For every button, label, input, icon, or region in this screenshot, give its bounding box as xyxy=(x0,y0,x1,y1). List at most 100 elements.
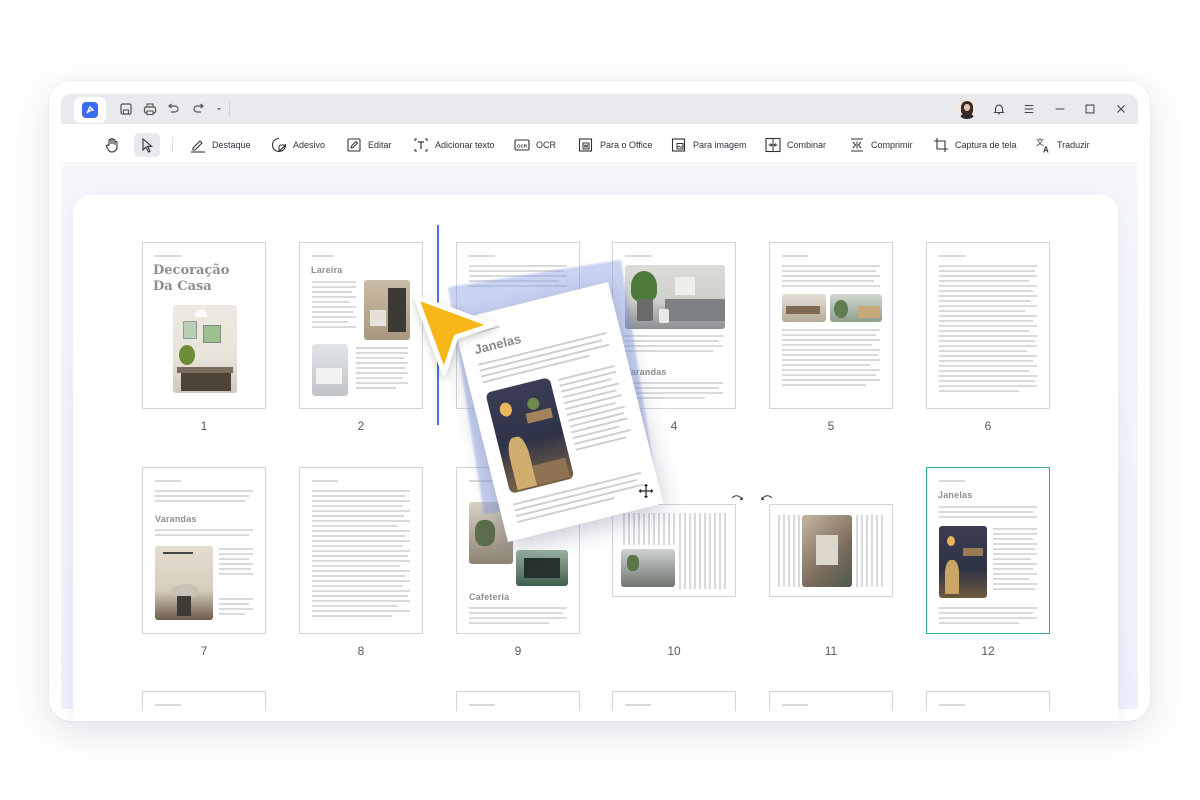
add-text-label: Adicionar texto xyxy=(435,140,495,150)
to-office-label: Para o Office xyxy=(600,140,653,150)
app-logo-icon xyxy=(82,102,98,118)
move-cursor-icon xyxy=(637,482,655,500)
page-thumbnail-10[interactable] xyxy=(612,504,736,597)
page-number-11: 11 xyxy=(824,644,838,658)
minimize-icon[interactable] xyxy=(1052,101,1068,117)
cursor-arrow-icon xyxy=(413,294,495,376)
page-thumbnail-17[interactable] xyxy=(769,691,893,711)
highlight-icon xyxy=(191,140,205,153)
ocr-button[interactable]: OCR OCR xyxy=(513,134,556,156)
page-thumbnail-13[interactable] xyxy=(142,691,266,711)
translate-icon: 文A xyxy=(1036,137,1049,155)
page-thumbnail-18[interactable] xyxy=(926,691,1050,711)
hand-tool-button[interactable] xyxy=(99,133,125,157)
page-number-5: 5 xyxy=(827,419,835,433)
sticker-label: Adesivo xyxy=(293,140,326,150)
photo xyxy=(782,294,826,322)
sticker-button[interactable]: Adesivo xyxy=(270,134,325,156)
to-image-label: Para imagem xyxy=(693,140,747,150)
photo xyxy=(516,550,568,586)
screenshot-icon xyxy=(934,138,948,152)
to-office-button[interactable]: Para o Office xyxy=(577,134,652,156)
combine-icon xyxy=(765,137,781,153)
translate-button[interactable]: 文A Traduzir xyxy=(1034,134,1090,156)
dropdown-caret-icon[interactable] xyxy=(211,101,227,117)
close-icon[interactable] xyxy=(1113,101,1129,117)
photo xyxy=(364,280,410,340)
page-number-6: 6 xyxy=(984,419,992,433)
screenshot-button[interactable]: Captura de tela xyxy=(932,134,1017,156)
stage: Destaque Adesivo Editar Adicionar texto … xyxy=(0,0,1200,800)
titlebar-divider xyxy=(229,102,230,116)
highlight-button[interactable]: Destaque xyxy=(189,134,251,156)
page-number-7: 7 xyxy=(200,644,208,658)
menu-icon[interactable] xyxy=(1021,101,1037,117)
page-heading: Cafetería xyxy=(469,592,510,602)
combine-button[interactable]: Combinar xyxy=(764,134,826,156)
ocr-label: OCR xyxy=(536,140,556,150)
hand-icon xyxy=(105,137,118,153)
sticker-icon xyxy=(271,137,287,153)
photo xyxy=(939,526,987,598)
to-image-button[interactable]: Para imagem xyxy=(670,134,747,156)
page-heading: Lareira xyxy=(311,265,343,275)
cover-photo xyxy=(173,305,237,393)
page-number-9: 9 xyxy=(514,644,522,658)
page-thumbnail-16[interactable] xyxy=(612,691,736,711)
edit-button[interactable]: Editar xyxy=(345,134,392,156)
page-heading: Janelas xyxy=(938,490,973,500)
page-number-1: 1 xyxy=(200,419,208,433)
translate-label: Traduzir xyxy=(1057,140,1090,150)
select-tool-button[interactable] xyxy=(134,133,160,157)
page-number-2: 2 xyxy=(357,419,365,433)
cover-title: Decoração Da Casa xyxy=(153,263,230,294)
to-image-icon xyxy=(671,138,686,152)
maximize-icon[interactable] xyxy=(1082,101,1098,117)
print-icon[interactable] xyxy=(142,101,158,117)
page-thumbnail-8[interactable] xyxy=(299,467,423,634)
pointer-icon xyxy=(142,137,153,153)
compress-button[interactable]: Comprimir xyxy=(848,134,913,156)
ocr-icon: OCR xyxy=(514,139,530,151)
screenshot-label: Captura de tela xyxy=(955,140,1017,150)
photo xyxy=(155,546,213,620)
page-number-10: 10 xyxy=(667,644,681,658)
photo xyxy=(621,549,675,587)
ocr-badge-text: OCR xyxy=(517,143,528,148)
page-thumbnail-6[interactable] xyxy=(926,242,1050,409)
page-thumbnail-2[interactable]: Lareira xyxy=(299,242,423,409)
page-thumbnail-15[interactable] xyxy=(456,691,580,711)
add-text-button[interactable]: Adicionar texto xyxy=(412,134,495,156)
rotate-right-icon[interactable] xyxy=(730,493,744,507)
edit-icon xyxy=(347,138,361,152)
pdf-app-logo[interactable] xyxy=(74,97,106,123)
photo xyxy=(312,344,348,396)
photo xyxy=(802,515,852,587)
toolbar: Destaque Adesivo Editar Adicionar texto … xyxy=(61,124,1138,164)
highlight-label: Destaque xyxy=(212,140,251,150)
page-heading: Varandas xyxy=(155,514,197,524)
page-thumbnail-11[interactable] xyxy=(769,504,893,597)
page-number-8: 8 xyxy=(357,644,365,658)
compress-label: Comprimir xyxy=(871,140,913,150)
toolbar-divider xyxy=(172,137,173,153)
rotate-left-icon[interactable] xyxy=(760,493,774,507)
undo-icon[interactable] xyxy=(165,101,181,117)
photo xyxy=(485,377,575,494)
save-icon[interactable] xyxy=(118,101,134,117)
add-text-icon xyxy=(414,138,428,152)
compress-icon xyxy=(851,138,863,152)
bell-icon[interactable] xyxy=(991,101,1007,117)
avatar[interactable] xyxy=(957,99,977,119)
to-office-icon xyxy=(578,138,593,152)
combine-label: Combinar xyxy=(787,140,827,150)
svg-text:A: A xyxy=(1043,146,1049,155)
redo-icon[interactable] xyxy=(191,101,207,117)
title-bar xyxy=(61,94,1138,124)
page-thumbnail-1[interactable]: Decoração Da Casa xyxy=(142,242,266,409)
edit-label: Editar xyxy=(368,140,392,150)
page-thumbnail-7[interactable]: Varandas xyxy=(142,467,266,634)
page-thumbnail-5[interactable] xyxy=(769,242,893,409)
photo xyxy=(830,294,882,322)
page-thumbnail-12[interactable]: Janelas xyxy=(926,467,1050,634)
